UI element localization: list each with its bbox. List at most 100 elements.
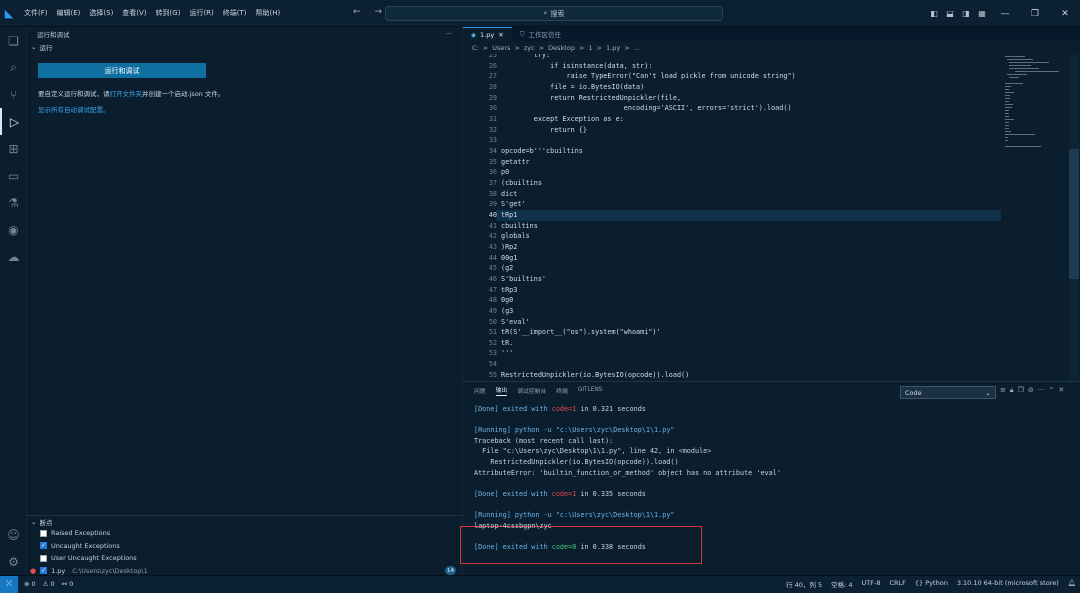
line-number[interactable]: 47 xyxy=(473,285,497,296)
menu-terminal[interactable]: 终端(T) xyxy=(223,8,247,18)
more-actions-icon[interactable]: ··· xyxy=(446,30,452,38)
breadcrumb-item[interactable]: C: xyxy=(472,44,479,52)
output-log[interactable]: [Done] exited with code=1 in 0.321 secon… xyxy=(460,404,1080,574)
explorer-icon[interactable]: ❏ xyxy=(0,27,27,54)
gitlens-icon[interactable]: ◉ xyxy=(0,216,27,243)
line-number[interactable]: 39 xyxy=(473,199,497,210)
extensions-icon[interactable]: ⊞ xyxy=(0,135,27,162)
language-mode[interactable]: {} Python xyxy=(915,579,948,589)
line-number[interactable]: 44 xyxy=(473,253,497,264)
breakpoint-user-uncaught-exceptions[interactable]: User Uncaught Exceptions xyxy=(27,552,463,565)
code-line[interactable]: S'eval' xyxy=(501,317,530,328)
code-line[interactable]: tR(S'__import__("os").system("whoami")' xyxy=(501,327,661,338)
line-number[interactable]: 33 xyxy=(473,135,497,146)
line-number[interactable]: 29 xyxy=(473,93,497,104)
code-line[interactable]: (g3 xyxy=(501,306,513,317)
checkbox[interactable] xyxy=(40,554,47,562)
checkbox[interactable]: ✓ xyxy=(40,542,47,550)
breakpoint-uncaught-exceptions[interactable]: ✓ Uncaught Exceptions xyxy=(27,540,463,553)
line-number[interactable]: 38 xyxy=(473,189,497,200)
remote-explorer-icon[interactable]: ▭ xyxy=(0,162,27,189)
line-number[interactable]: 48 xyxy=(473,295,497,306)
minimap[interactable] xyxy=(1003,54,1068,154)
menu-edit[interactable]: 编辑(E) xyxy=(57,8,81,18)
indentation[interactable]: 空格: 4 xyxy=(831,579,852,589)
customize-layout-icon[interactable]: ▦ xyxy=(974,0,990,27)
line-number[interactable]: 28 xyxy=(473,82,497,93)
checkbox[interactable] xyxy=(40,529,47,537)
maximize-panel-icon[interactable]: ⌃ xyxy=(1048,386,1054,395)
clear-output-icon[interactable]: ⊘ xyxy=(1028,386,1034,395)
code-line[interactable]: raise TypeError("Can't load pickle from … xyxy=(501,71,795,82)
tab-gitlens[interactable]: GITLENS xyxy=(578,387,603,393)
line-number[interactable]: 55 xyxy=(473,370,497,381)
close-icon[interactable]: ✕ xyxy=(1050,0,1080,27)
back-arrow-icon[interactable]: ← xyxy=(353,7,361,17)
code-line[interactable]: tR. xyxy=(501,338,513,349)
settings-gear-icon[interactable]: ⚙ xyxy=(0,548,27,575)
line-number[interactable]: 31 xyxy=(473,114,497,125)
line-number[interactable]: 43 xyxy=(473,242,497,253)
search-icon[interactable]: ⌕ xyxy=(0,54,27,81)
line-number[interactable]: 34 xyxy=(473,146,497,157)
code-line[interactable]: dict xyxy=(501,189,517,200)
scrollbar-thumb[interactable] xyxy=(1069,149,1079,279)
ports-count[interactable]: ⚯ 0 xyxy=(62,580,74,588)
code-line[interactable]: file = io.BytesIO(data) xyxy=(501,82,644,93)
breakpoints-header[interactable]: ⌄ 断点 xyxy=(27,516,463,527)
line-number[interactable]: 36 xyxy=(473,167,497,178)
end-of-line[interactable]: CRLF xyxy=(890,579,906,589)
code-line[interactable]: tRp3 xyxy=(501,285,517,296)
code-editor[interactable]: 25 try: 26 if isinstance(data, str): 27 ra… xyxy=(463,54,1023,381)
breadcrumb-item[interactable]: zyc xyxy=(524,44,535,52)
code-line[interactable]: RestrictedUnpickler(io.BytesIO(opcode)).… xyxy=(501,370,689,381)
code-line[interactable]: (g2 xyxy=(501,263,513,274)
account-icon[interactable]: ☺ xyxy=(0,521,27,548)
menu-run[interactable]: 运行(R) xyxy=(189,8,213,18)
menu-go[interactable]: 转到(G) xyxy=(156,8,181,18)
line-number[interactable]: 25 xyxy=(473,54,497,61)
tab-terminal[interactable]: 终端 xyxy=(556,386,568,395)
menu-help[interactable]: 帮助(H) xyxy=(256,8,281,18)
toggle-sidebar-icon[interactable]: ◧ xyxy=(926,0,942,27)
command-center-search[interactable]: ⌕ 搜索 xyxy=(385,6,723,21)
close-panel-icon[interactable]: ✕ xyxy=(1058,386,1064,395)
copy-icon[interactable]: ❐ xyxy=(1018,386,1024,395)
line-number[interactable]: 49 xyxy=(473,306,497,317)
line-number[interactable]: 51 xyxy=(473,327,497,338)
tab-problems[interactable]: 问题 xyxy=(474,386,486,395)
checkbox[interactable]: ✓ xyxy=(40,567,48,575)
line-number[interactable]: 54 xyxy=(473,359,497,370)
code-line[interactable]: 0g0 xyxy=(501,295,513,306)
line-number[interactable]: 30 xyxy=(473,103,497,114)
forward-arrow-icon[interactable]: → xyxy=(375,7,383,17)
source-control-icon[interactable]: ⑂ xyxy=(0,81,27,108)
code-line[interactable]: if isinstance(data, str): xyxy=(501,61,652,72)
toggle-panel-icon[interactable]: ⬓ xyxy=(942,0,958,27)
python-interpreter[interactable]: 3.10.10 64-bit (microsoft store) xyxy=(957,579,1059,589)
code-line[interactable]: (cbuiltins xyxy=(501,178,542,189)
docker-icon[interactable]: ☁ xyxy=(0,243,27,270)
menu-file[interactable]: 文件(F) xyxy=(24,8,48,18)
line-number[interactable]: 32 xyxy=(473,125,497,136)
line-number[interactable]: 45 xyxy=(473,263,497,274)
code-line[interactable]: ''' xyxy=(501,348,513,359)
menu-selection[interactable]: 选择(S) xyxy=(89,8,113,18)
encoding[interactable]: UTF-8 xyxy=(862,579,881,589)
close-tab-icon[interactable]: ✕ xyxy=(498,31,503,39)
tab-1py[interactable]: ◆ 1.py ✕ xyxy=(463,27,512,41)
code-line[interactable]: tRp1 xyxy=(501,210,517,221)
breadcrumb-item[interactable]: 1 xyxy=(588,44,592,52)
code-line[interactable]: opcode=b'''cbuiltins xyxy=(501,146,583,157)
run-section-header[interactable]: ⌄ 运行 xyxy=(27,41,462,53)
minimize-icon[interactable]: — xyxy=(990,0,1020,27)
line-number[interactable]: 37 xyxy=(473,178,497,189)
line-number[interactable]: 52 xyxy=(473,338,497,349)
lock-icon[interactable]: 🔒︎ xyxy=(1010,386,1014,395)
tab-output[interactable]: 输出 xyxy=(495,385,508,396)
more-actions-icon[interactable]: ··· xyxy=(1038,386,1045,395)
code-line[interactable]: try: xyxy=(501,54,550,61)
cursor-position[interactable]: 行 40，列 5 xyxy=(786,579,822,589)
breakpoint-raised-exceptions[interactable]: Raised Exceptions xyxy=(27,527,463,540)
code-line[interactable]: getattr xyxy=(501,157,530,168)
